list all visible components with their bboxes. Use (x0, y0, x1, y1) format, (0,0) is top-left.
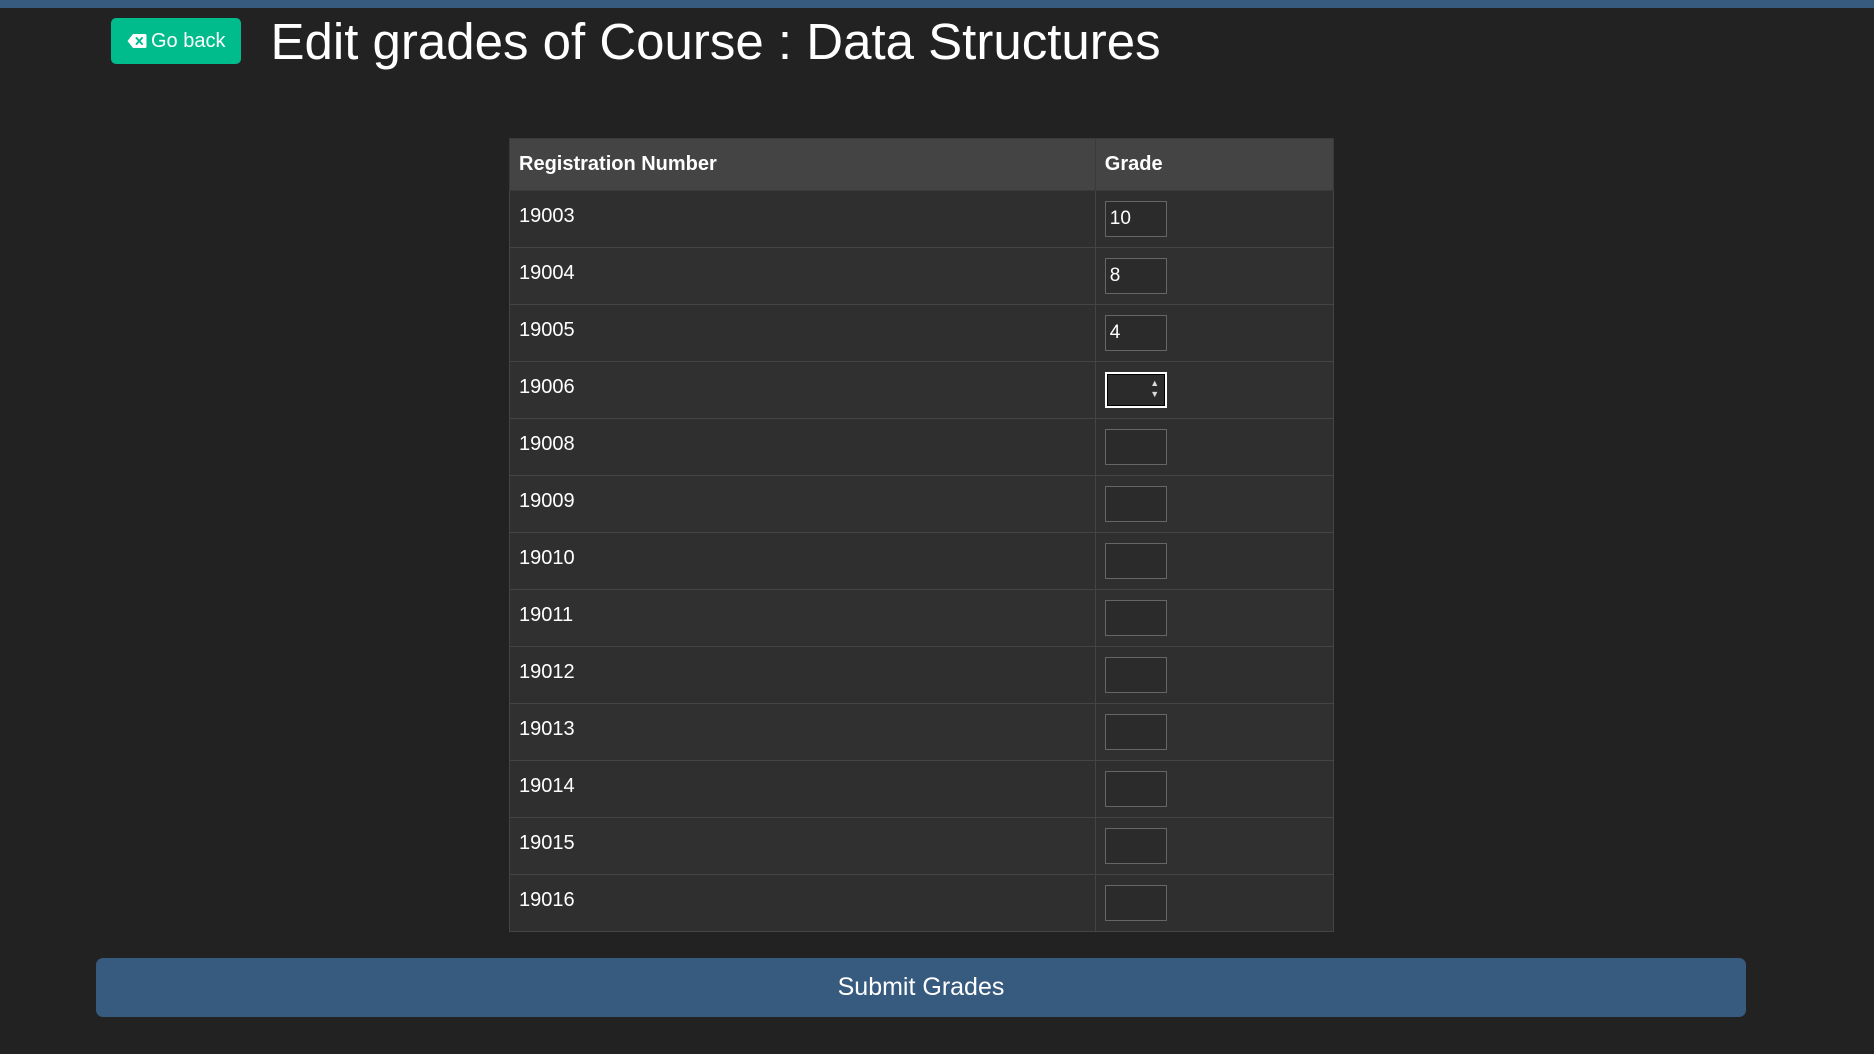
registration-number: 19003 (519, 204, 575, 227)
grade-cell (1094, 532, 1335, 590)
submit-grades-button[interactable]: Submit Grades (96, 958, 1746, 1017)
grade-input[interactable] (1104, 258, 1167, 294)
registration-number: 19015 (519, 831, 575, 854)
grade-cell (1094, 760, 1335, 818)
registration-number: 19008 (519, 432, 575, 455)
table-row: 19008 (509, 418, 1335, 476)
table-row: 19015 (509, 817, 1335, 875)
table-row: 19003 (509, 190, 1335, 248)
grade-cell (1094, 475, 1335, 533)
grade-input[interactable] (1104, 486, 1167, 522)
registration-number-cell: 19003 (509, 190, 1096, 248)
grades-table: Registration Number Grade 19003 19004 19… (509, 138, 1335, 932)
grade-input[interactable] (1104, 543, 1167, 579)
registration-number: 19004 (519, 261, 575, 284)
registration-number-cell: 19013 (509, 703, 1096, 761)
registration-number: 19006 (519, 375, 575, 398)
go-back-label: Go back (151, 29, 226, 52)
registration-number-cell: 19006 (509, 361, 1096, 419)
grade-cell (1094, 247, 1335, 305)
registration-number-cell: 19014 (509, 760, 1096, 818)
table-row: 19012 (509, 646, 1335, 704)
registration-number-cell: 19008 (509, 418, 1096, 476)
registration-number-cell: 19005 (509, 304, 1096, 362)
table-row: 19011 (509, 589, 1335, 647)
registration-number-cell: 19010 (509, 532, 1096, 590)
grade-input[interactable] (1104, 771, 1167, 807)
table-header-row: Registration Number Grade (509, 138, 1335, 191)
top-accent-bar (0, 0, 1874, 8)
table-row: 19013 (509, 703, 1335, 761)
registration-number: 19013 (519, 717, 575, 740)
table-row: 19010 (509, 532, 1335, 590)
registration-number: 19012 (519, 660, 575, 683)
registration-number: 19009 (519, 489, 575, 512)
grade-input[interactable] (1104, 828, 1167, 864)
table-row: 19005 (509, 304, 1335, 362)
column-header-grade: Grade (1094, 138, 1335, 191)
column-header-registration-number: Registration Number (509, 138, 1096, 191)
grade-cell (1094, 589, 1335, 647)
grade-input[interactable] (1104, 657, 1167, 693)
table-row: 19009 (509, 475, 1335, 533)
grade-cell (1094, 304, 1335, 362)
grade-cell (1094, 190, 1335, 248)
table-row: 19016 (509, 874, 1335, 932)
page-header: Go back Edit grades of Course : Data Str… (111, 8, 1161, 74)
registration-number: 19010 (519, 546, 575, 569)
grade-input[interactable] (1104, 600, 1167, 636)
registration-number-cell: 19009 (509, 475, 1096, 533)
registration-number-cell: 19016 (509, 874, 1096, 932)
registration-number-cell: 19015 (509, 817, 1096, 875)
registration-number: 19016 (519, 888, 575, 911)
grade-stepper: ▲ ▼ (1104, 372, 1167, 408)
grade-input[interactable] (1104, 315, 1167, 351)
go-back-button[interactable]: Go back (111, 18, 242, 64)
grade-input[interactable] (1104, 885, 1167, 921)
table-row: 19006 ▲ ▼ (509, 361, 1335, 419)
grade-cell (1094, 703, 1335, 761)
grade-cell (1094, 817, 1335, 875)
grade-cell (1094, 418, 1335, 476)
backspace-icon (127, 31, 147, 51)
registration-number: 19014 (519, 774, 575, 797)
page-title: Edit grades of Course : Data Structures (270, 12, 1161, 70)
registration-number-cell: 19012 (509, 646, 1096, 704)
grade-cell: ▲ ▼ (1094, 361, 1335, 419)
registration-number: 19011 (519, 603, 574, 626)
table-row: 19004 (509, 247, 1335, 305)
registration-number: 19005 (519, 318, 575, 341)
grade-input[interactable] (1104, 714, 1167, 750)
grade-cell (1094, 646, 1335, 704)
grade-cell (1094, 874, 1335, 932)
table-row: 19014 (509, 760, 1335, 818)
grade-input[interactable] (1104, 201, 1167, 237)
grade-input[interactable] (1104, 429, 1167, 465)
registration-number-cell: 19011 (509, 589, 1096, 647)
registration-number-cell: 19004 (509, 247, 1096, 305)
grades-table-container: Registration Number Grade 19003 19004 19… (509, 138, 1335, 932)
spinner-arrows-icon[interactable]: ▲ ▼ (1150, 378, 1160, 402)
